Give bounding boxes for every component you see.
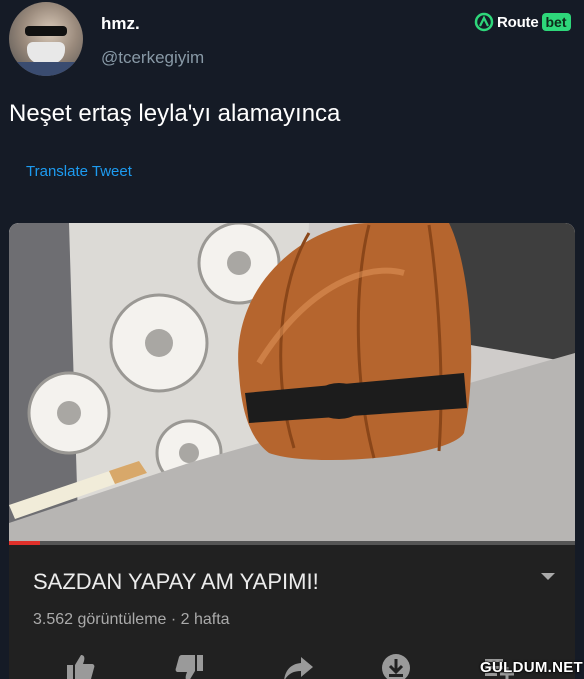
translate-tweet-link[interactable]: Translate Tweet bbox=[26, 163, 132, 180]
avatar-sunglasses bbox=[25, 26, 67, 36]
chevron-down-icon[interactable] bbox=[541, 573, 555, 580]
video-meta: 3.562 görüntüleme · 2 hafta bbox=[33, 611, 230, 628]
brand-word: Route bbox=[497, 13, 539, 31]
route-logo-icon bbox=[474, 12, 494, 32]
thumbs-up-icon[interactable] bbox=[63, 651, 97, 679]
display-name[interactable]: hmz. bbox=[101, 14, 140, 34]
video-progress-track[interactable] bbox=[9, 541, 575, 545]
brand-logo: Route bet bbox=[474, 11, 571, 33]
tweet-text: Neşet ertaş leyla'yı alamayınca bbox=[9, 100, 341, 127]
video-player[interactable] bbox=[9, 223, 575, 543]
video-title[interactable]: SAZDAN YAPAY AM YAPIMI! bbox=[33, 569, 319, 595]
site-watermark: GULDUM.NET bbox=[480, 659, 583, 676]
video-frame bbox=[9, 223, 575, 543]
avatar[interactable] bbox=[9, 2, 83, 76]
embedded-video-card[interactable]: SAZDAN YAPAY AM YAPIMI! 3.562 görüntülem… bbox=[9, 223, 575, 679]
avatar-shirt bbox=[9, 62, 83, 76]
share-icon[interactable] bbox=[281, 651, 315, 679]
avatar-face-mask bbox=[27, 42, 65, 64]
brand-highlight: bet bbox=[541, 13, 571, 31]
thumbs-down-icon[interactable] bbox=[173, 651, 207, 679]
video-progress-fill bbox=[9, 541, 40, 545]
user-handle[interactable]: @tcerkegiyim bbox=[101, 48, 204, 68]
download-icon[interactable] bbox=[379, 651, 413, 679]
